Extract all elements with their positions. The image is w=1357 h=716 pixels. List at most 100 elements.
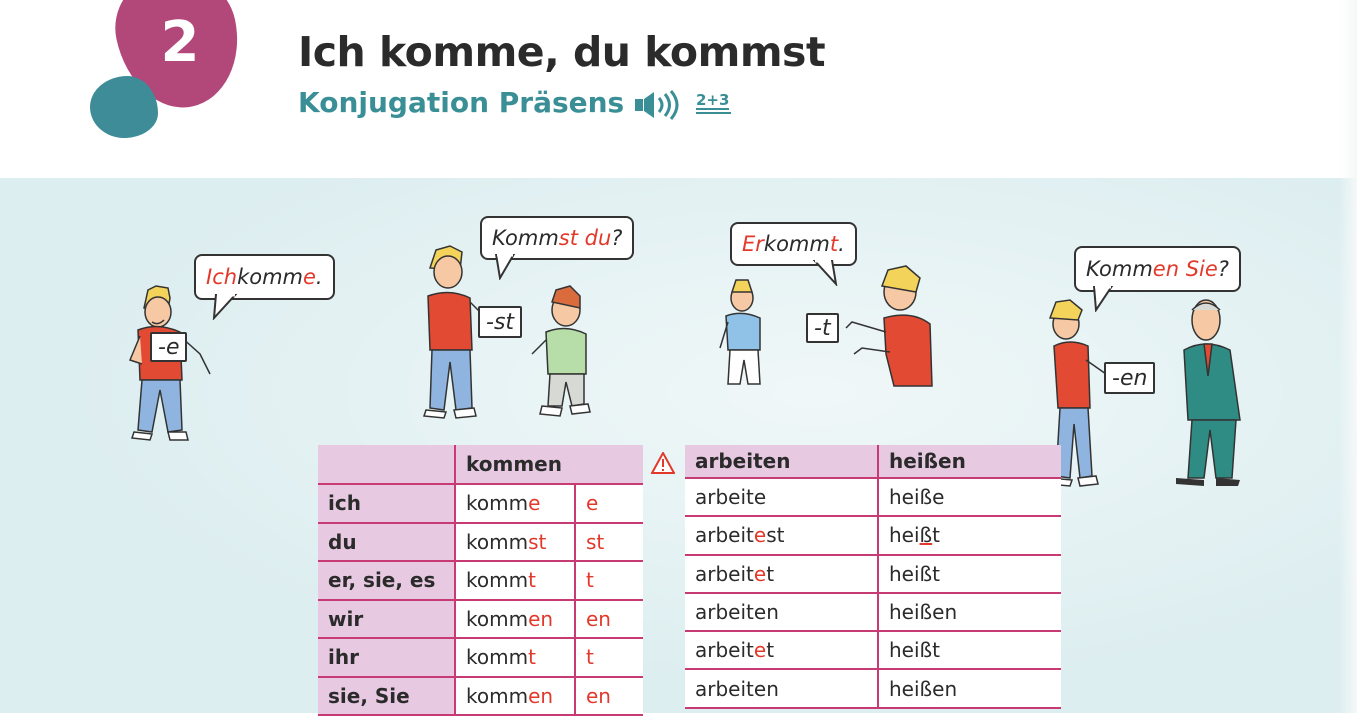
verb-ending: t [766, 561, 775, 586]
heissen-cell: heißt [878, 516, 1061, 556]
page-title: Ich komme, du kommst [298, 28, 826, 76]
card-t: -t [806, 313, 839, 343]
ending-cell: e [575, 484, 643, 524]
verb-stem: arbeit [695, 638, 754, 663]
arbeiten-cell: arbeite [685, 478, 879, 518]
verb-stem: arbeit [695, 676, 754, 701]
bubble-text: t [829, 232, 839, 256]
table-row: arbeitet heißt [685, 554, 1061, 594]
card-e: -e [150, 332, 188, 362]
table-row: ihr kommt t [318, 638, 643, 678]
table-row: arbeite heiße [685, 478, 1061, 518]
verb-stem: arbeit [695, 600, 754, 625]
verb-ending: en [528, 606, 554, 631]
lesson-badge-teal [90, 76, 158, 138]
verb-ending: en [753, 600, 779, 625]
verb-stem: komm [466, 529, 529, 554]
pronoun-cell: du [318, 522, 456, 562]
verb-form-cell: kommen [455, 599, 576, 639]
table-row: wir kommen en [318, 599, 643, 639]
arbeiten-cell: arbeiten [685, 592, 879, 633]
arbeiten-cell: arbeitest [685, 516, 879, 556]
warning-icon [651, 452, 675, 474]
underlined-letter: ß [919, 523, 933, 548]
heissen-cell: heißt [878, 631, 1061, 671]
verb-ending: en [528, 683, 554, 708]
verb-stem: komm [466, 491, 529, 516]
header-verb: kommen [455, 445, 643, 485]
audio-track-number: 2+3 [696, 91, 730, 110]
verb-stem: arbeit [695, 561, 754, 586]
pronoun-cell: er, sie, es [318, 561, 456, 601]
verb-ending: st [528, 529, 547, 554]
verb-ending: t [932, 523, 940, 548]
card-st: -st [478, 306, 523, 338]
arbeiten-cell: arbeitet [685, 554, 879, 594]
card-text: -e [158, 334, 180, 360]
pronoun-cell: wir [318, 599, 456, 639]
verb-ending: st [766, 523, 785, 548]
ending-cell: en [575, 676, 643, 716]
lesson-number: 2 [160, 10, 200, 75]
ending-cell: t [575, 561, 643, 601]
verb-form-cell: kommst [455, 522, 576, 562]
heissen-cell: heißen [878, 669, 1061, 709]
verb-stem: komm [466, 606, 529, 631]
verb-ending: e [753, 485, 767, 510]
verb-stem: arbeit [695, 523, 754, 548]
table-row: sie, Sie kommen en [318, 676, 643, 716]
arbeiten-cell: arbeitet [685, 631, 879, 671]
verb-stem: komm [466, 568, 529, 593]
verb-ending: en [753, 676, 779, 701]
bubble-text: . [838, 232, 845, 256]
pronoun-cell: sie, Sie [318, 676, 456, 716]
bubble-text: komm [763, 232, 830, 256]
speaker-icon[interactable] [634, 90, 684, 120]
verb-stem: hei [889, 523, 920, 548]
bubble-text: Komm [1086, 257, 1153, 281]
table-header-row: kommen [318, 445, 643, 485]
verb-ending: t [528, 645, 536, 670]
table-row: arbeiten heißen [685, 669, 1061, 709]
verb-form-cell: kommt [455, 561, 576, 601]
bubble-text: Er [742, 232, 764, 256]
verb-ending: e [528, 491, 541, 516]
heissen-cell: heißt [878, 554, 1061, 594]
table-row: er, sie, es kommt t [318, 561, 643, 601]
linking-vowel: e [753, 638, 767, 663]
pronoun-cell: ihr [318, 638, 456, 678]
bubble-text: ? [1217, 257, 1229, 281]
verb-stem: komm [466, 683, 529, 708]
conjugation-table-irregular: arbeiten heißen arbeite heiße arbeitest … [685, 445, 1061, 709]
bubble-text: e [303, 265, 316, 289]
card-en: -en [1104, 362, 1156, 394]
ending-cell: t [575, 638, 643, 678]
verb-form-cell: kommen [455, 676, 576, 716]
verb-stem: komm [466, 645, 529, 670]
table-row: arbeitest heißt [685, 516, 1061, 556]
card-text: -en [1112, 365, 1148, 391]
track-divider [696, 112, 731, 114]
pronoun-cell: ich [318, 484, 456, 524]
verb-stem: arbeit [695, 485, 754, 510]
page-subtitle: Konjugation Präsens [298, 86, 625, 119]
heissen-cell: heiße [878, 478, 1061, 518]
boy-figure-1 [128, 285, 211, 441]
card-text: -t [814, 315, 831, 341]
bubble-text: en Sie [1152, 257, 1218, 281]
page-edge [1339, 0, 1357, 713]
card-text: -st [486, 309, 515, 335]
header-arbeiten: arbeiten [685, 445, 879, 479]
table-row: du kommst st [318, 522, 643, 562]
header-empty-cell [318, 445, 456, 485]
table-row: ich komme e [318, 484, 643, 524]
verb-form-cell: komme [455, 484, 576, 524]
verb-form-cell: kommt [455, 638, 576, 678]
heissen-cell: heißen [878, 592, 1061, 633]
bubble-text: . [315, 265, 323, 289]
table-row: arbeitet heißt [685, 631, 1061, 671]
bubble-text: ? [611, 226, 623, 250]
linking-vowel: e [753, 523, 767, 548]
bubble-text: komm [237, 265, 303, 289]
table-row: arbeiten heißen [685, 592, 1061, 633]
